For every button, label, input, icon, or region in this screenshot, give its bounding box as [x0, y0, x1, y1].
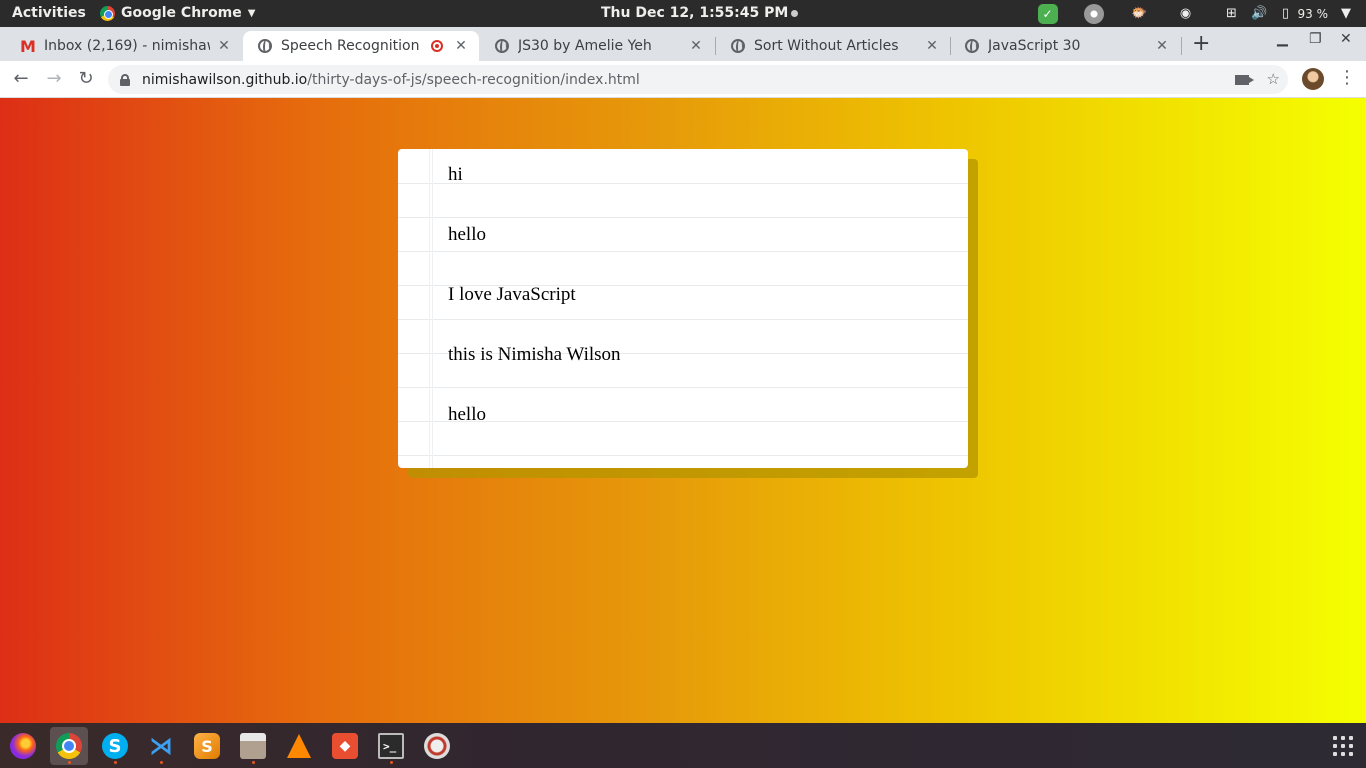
clock[interactable]: Thu Dec 12, 1:55:45 PM — [601, 5, 799, 21]
tab-title: JS30 by Amelie Yeh — [518, 38, 652, 54]
tab-title: JavaScript 30 — [988, 38, 1081, 54]
restore-button[interactable]: ❐ — [1309, 31, 1322, 47]
globe-icon — [730, 38, 746, 54]
dock-skype[interactable]: S — [96, 727, 134, 765]
words-paper: hi hello I love JavaScript this is Nimis… — [398, 149, 968, 468]
show-applications-icon[interactable] — [1333, 736, 1353, 756]
url-host: nimishawilson.github.io — [142, 71, 308, 88]
tab-title: Inbox (2,169) - nimishawilson — [44, 38, 210, 54]
git-icon: ◆ — [332, 733, 358, 759]
clock-text: Thu Dec 12, 1:55:45 PM — [601, 5, 789, 21]
pufferfish-icon[interactable]: 🐡 — [1130, 4, 1150, 24]
close-window-button[interactable]: ✕ — [1340, 31, 1352, 47]
network-icon[interactable]: ⊞ — [1222, 4, 1242, 24]
skype-icon: S — [102, 733, 128, 759]
reload-button[interactable]: ↻ — [74, 67, 98, 91]
dock-files[interactable] — [234, 727, 272, 765]
check-icon[interactable]: ✓ — [1037, 3, 1058, 24]
gnome-top-bar: Activities Google Chrome ▼ Thu Dec 12, 1… — [0, 0, 1366, 27]
tab-title: Speech Recognition — [281, 38, 420, 54]
firefox-icon — [10, 733, 36, 759]
words-list: hi hello I love JavaScript this is Nimis… — [448, 160, 958, 460]
battery-percent[interactable]: 93 % — [1298, 7, 1329, 21]
disc-icon[interactable] — [1083, 3, 1104, 24]
profile-avatar[interactable] — [1302, 68, 1324, 90]
forward-button[interactable]: → — [42, 67, 66, 91]
chrome-icon — [100, 5, 115, 21]
dock-git[interactable]: ◆ — [326, 727, 364, 765]
close-icon[interactable]: ✕ — [924, 38, 940, 54]
recording-icon — [431, 40, 443, 52]
vlc-icon — [287, 734, 311, 758]
tab-javascript-30[interactable]: JavaScript 30 ✕ — [950, 31, 1180, 61]
dock-vscode[interactable]: ⋊ — [142, 727, 180, 765]
system-tray: ✓ 🐡 ◉ ⊞ 🔊 ▯ 93 % ▼ — [1025, 0, 1366, 27]
tab-separator — [1181, 37, 1182, 55]
dock-chrome[interactable] — [50, 727, 88, 765]
camera-icon[interactable] — [1234, 75, 1254, 85]
tools-icon — [424, 733, 450, 759]
dock-terminal[interactable]: >_ — [372, 727, 410, 765]
chrome-icon — [56, 733, 82, 759]
tab-speech-recognition[interactable]: Speech Recognition ✕ — [243, 31, 479, 61]
browser-toolbar: ← → ↻ nimishawilson.github.io/thirty-day… — [0, 61, 1366, 98]
sync-icon[interactable]: ◉ — [1176, 4, 1196, 24]
lock-icon[interactable] — [120, 73, 130, 86]
volume-icon[interactable]: 🔊 — [1250, 4, 1270, 24]
terminal-icon: >_ — [378, 733, 404, 759]
address-bar[interactable]: nimishawilson.github.io/thirty-days-of-j… — [108, 65, 1288, 94]
gmail-icon: M — [20, 36, 36, 56]
dock-sublime[interactable]: S — [188, 727, 226, 765]
app-menu-label: Google Chrome — [121, 5, 242, 21]
word-line: hello — [448, 404, 486, 425]
word-line: I love JavaScript — [448, 284, 576, 305]
url-path: /thirty-days-of-js/speech-recognition/in… — [307, 71, 640, 88]
minimize-button[interactable]: ▁ — [1277, 31, 1288, 47]
tab-sort-without-articles[interactable]: Sort Without Articles ✕ — [716, 31, 950, 61]
globe-icon — [257, 38, 273, 54]
globe-icon — [964, 38, 980, 54]
star-icon[interactable]: ☆ — [1267, 70, 1280, 88]
files-icon — [240, 733, 266, 759]
close-icon[interactable]: ✕ — [453, 38, 469, 54]
activities-button[interactable]: Activities — [12, 5, 86, 21]
menu-icon[interactable]: ⋮ — [1338, 67, 1356, 88]
word-line: hello — [448, 224, 486, 245]
sublime-icon: S — [194, 733, 220, 759]
tab-js30-amelie[interactable]: JS30 by Amelie Yeh ✕ — [480, 31, 714, 61]
paper-margin-line — [429, 149, 433, 468]
caret-down-icon[interactable]: ▼ — [1336, 4, 1356, 24]
vscode-icon: ⋊ — [149, 732, 173, 760]
page-content: hi hello I love JavaScript this is Nimis… — [0, 98, 1366, 723]
tab-title: Sort Without Articles — [754, 38, 899, 54]
caret-down-icon: ▼ — [247, 7, 256, 19]
close-icon[interactable]: ✕ — [1154, 38, 1170, 54]
close-icon[interactable]: ✕ — [688, 38, 704, 54]
dock-vlc[interactable] — [280, 727, 318, 765]
battery-icon[interactable]: ▯ — [1276, 4, 1296, 24]
new-tab-button[interactable]: + — [1192, 31, 1210, 56]
globe-icon — [494, 38, 510, 54]
dock-firefox[interactable] — [4, 727, 42, 765]
back-button[interactable]: ← — [9, 67, 33, 91]
app-menu[interactable]: Google Chrome ▼ — [100, 5, 255, 21]
close-icon[interactable]: ✕ — [216, 38, 232, 54]
dock-tools[interactable] — [418, 727, 456, 765]
word-line: this is Nimisha Wilson — [448, 344, 621, 365]
notification-dot-icon — [791, 9, 799, 17]
word-line: hi — [448, 164, 463, 185]
tab-inbox[interactable]: M Inbox (2,169) - nimishawilson ✕ — [6, 31, 242, 61]
